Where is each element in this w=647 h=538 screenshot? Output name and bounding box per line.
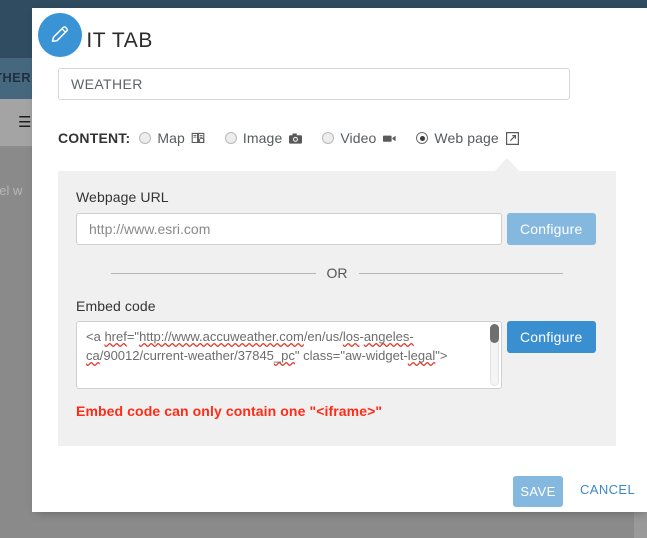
webpage-url-input[interactable] <box>76 213 502 245</box>
tab-name-input[interactable] <box>58 68 570 100</box>
panel-caret-icon <box>494 158 520 172</box>
external-link-icon <box>505 131 520 146</box>
or-line-left <box>111 273 316 274</box>
content-option-webpage-label: Web page <box>434 130 498 146</box>
embed-error-message: Embed code can only contain one "<iframe… <box>76 403 382 419</box>
content-option-webpage[interactable]: Web page <box>416 130 519 146</box>
radio-image[interactable] <box>225 132 237 144</box>
content-option-image[interactable]: Image <box>225 130 303 146</box>
content-option-video[interactable]: Video <box>322 130 397 146</box>
map-icon <box>191 131 206 145</box>
embed-code-text: <a href="http://www.accuweather.com/en/u… <box>86 327 478 365</box>
pencil-icon <box>38 13 82 57</box>
or-separator: OR <box>76 263 598 283</box>
webpage-url-label: Webpage URL <box>76 189 169 205</box>
embed-scrollbar-thumb[interactable] <box>490 324 499 343</box>
video-icon <box>382 133 397 144</box>
or-line-right <box>359 273 564 274</box>
configure-embed-button[interactable]: Configure <box>507 321 596 353</box>
or-label: OR <box>327 265 348 281</box>
radio-video[interactable] <box>322 132 334 144</box>
camera-icon <box>288 132 303 145</box>
save-button[interactable]: SAVE <box>513 476 563 507</box>
configure-url-button[interactable]: Configure <box>507 213 596 245</box>
hamburger-menu-icon[interactable]: ☰ <box>18 117 31 129</box>
app-body-text: nel w <box>0 183 22 198</box>
cancel-button[interactable]: CANCEL <box>580 482 635 497</box>
content-option-map-label: Map <box>157 130 185 146</box>
edit-badge <box>34 9 86 61</box>
webpage-config-panel: Webpage URL Configure OR Embed code <a h… <box>58 171 616 446</box>
content-option-video-label: Video <box>340 130 376 146</box>
app-tab-weather[interactable]: THER <box>0 70 31 85</box>
radio-map[interactable] <box>139 132 151 144</box>
content-type-row: CONTENT: Map Image <box>58 127 618 149</box>
embed-code-label: Embed code <box>76 298 156 314</box>
embed-code-textarea[interactable]: <a href="http://www.accuweather.com/en/u… <box>76 321 502 389</box>
screen: THER ED ☰ nel w EDIT TAB CONTENT: Map <box>0 0 647 538</box>
content-option-image-label: Image <box>243 130 282 146</box>
edit-tab-modal: EDIT TAB CONTENT: Map Image <box>32 8 647 512</box>
content-option-map[interactable]: Map <box>139 130 206 146</box>
radio-webpage[interactable] <box>416 132 428 144</box>
content-label: CONTENT: <box>58 130 130 146</box>
